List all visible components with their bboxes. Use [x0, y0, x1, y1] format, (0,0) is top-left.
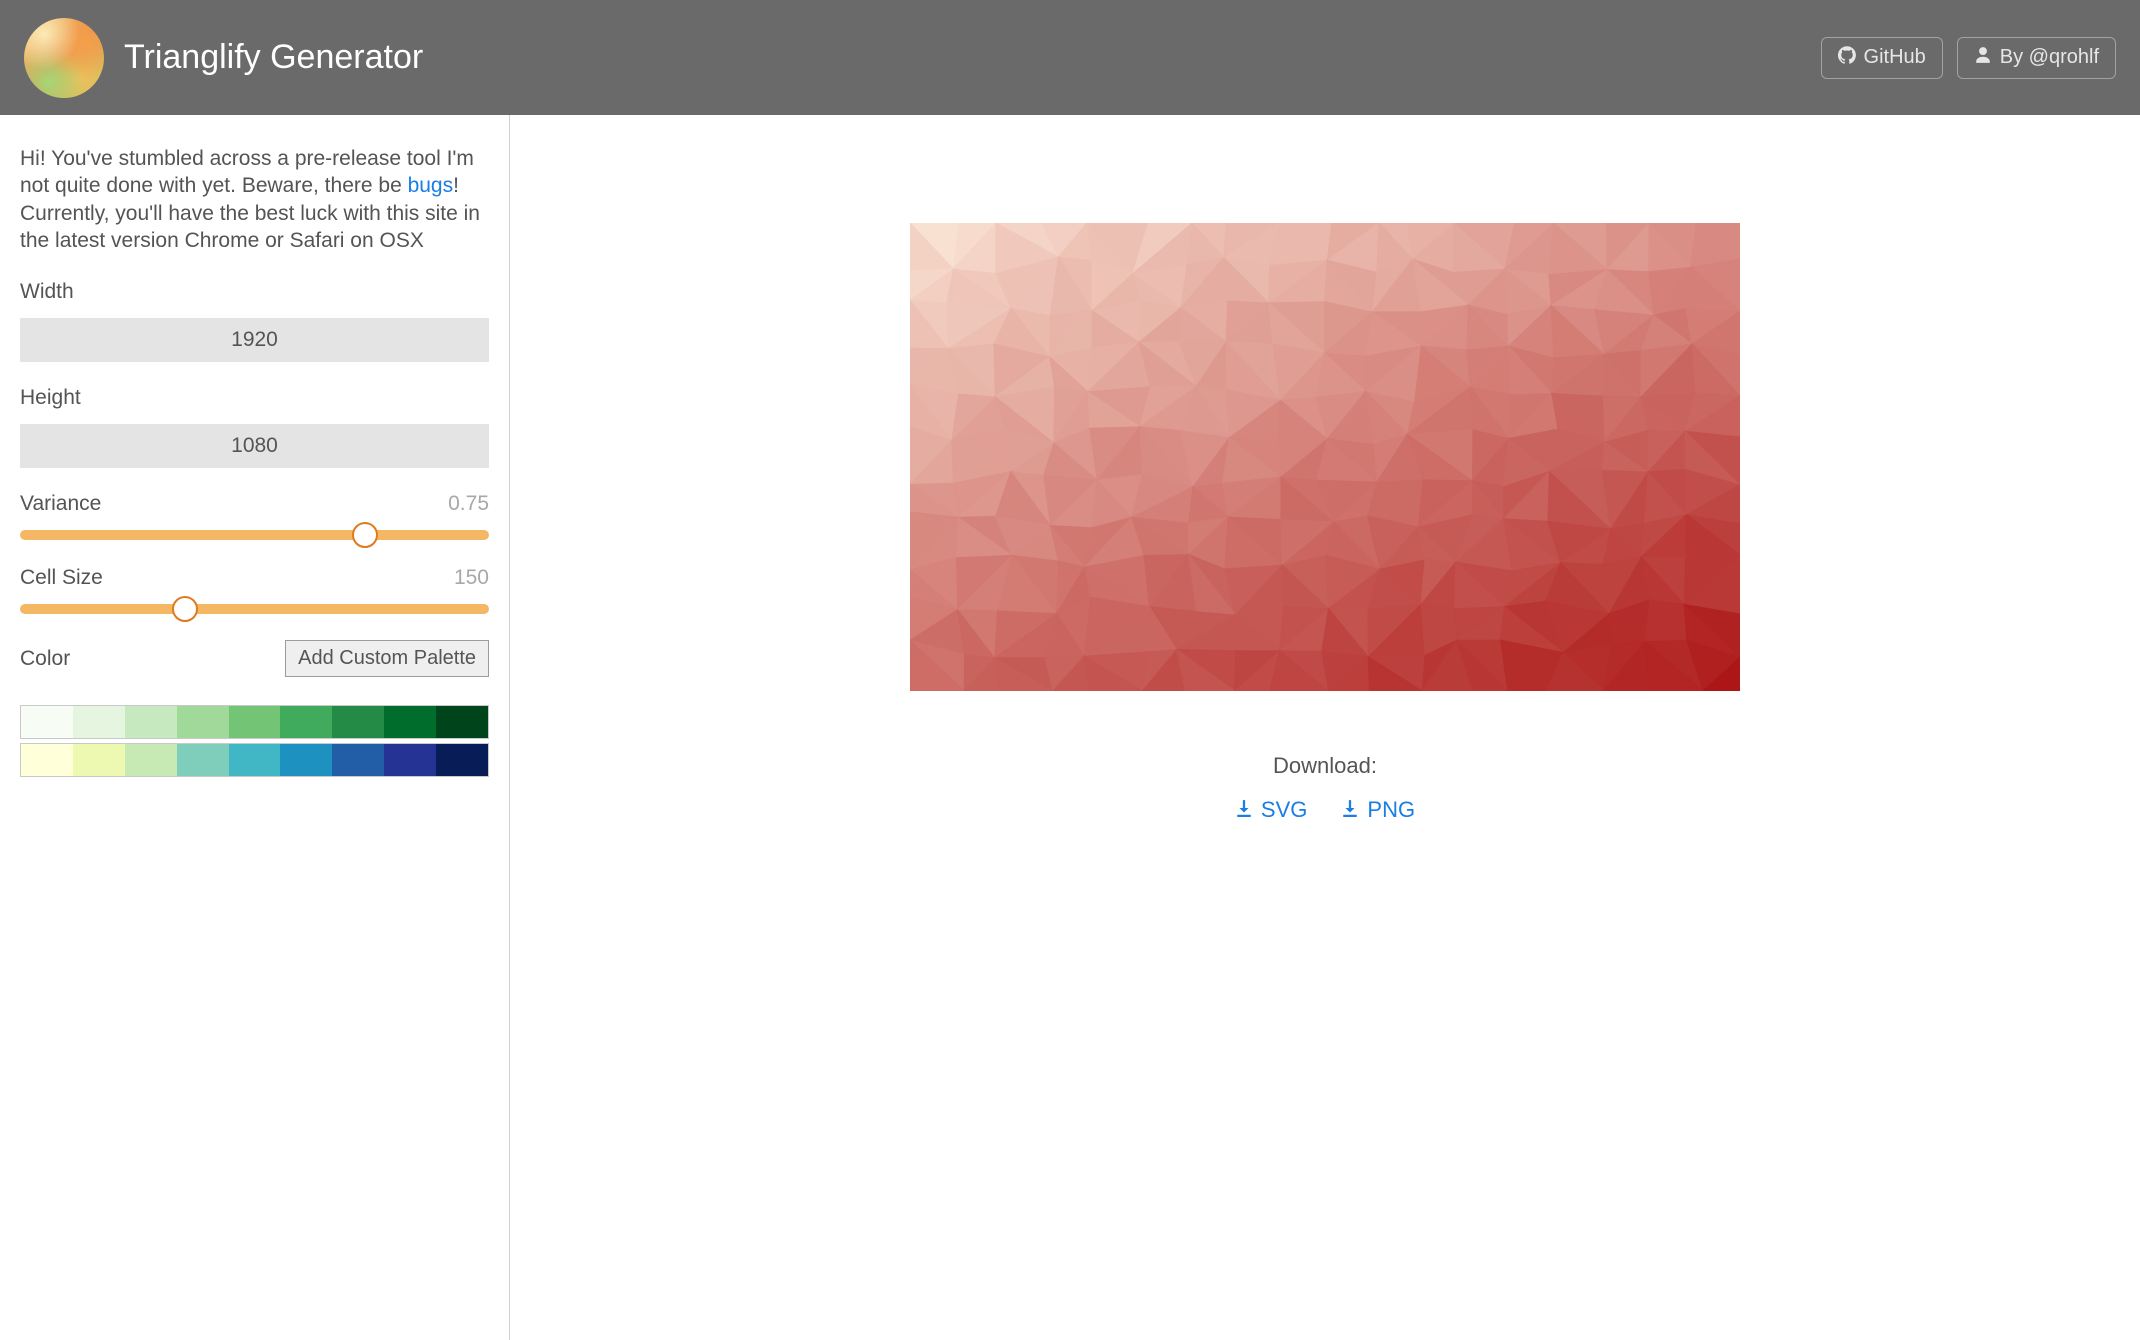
variance-row: Variance 0.75: [20, 492, 489, 516]
palette-swatch: [177, 706, 229, 738]
color-label: Color: [20, 647, 70, 671]
palette-swatch: [21, 744, 73, 776]
download-icon: [1341, 797, 1359, 823]
intro-part1: Hi! You've stumbled across a pre-release…: [20, 147, 474, 197]
download-png-link[interactable]: PNG: [1341, 797, 1415, 823]
preview-canvas: [910, 223, 1740, 691]
main-layout: Hi! You've stumbled across a pre-release…: [0, 115, 2140, 1340]
palette-swatch: [384, 744, 436, 776]
palette-swatch: [436, 706, 488, 738]
app-header: Trianglify Generator GitHub By @qrohlf: [0, 0, 2140, 115]
download-label: Download:: [1235, 753, 1415, 779]
bugs-link[interactable]: bugs: [408, 174, 454, 197]
header-right: GitHub By @qrohlf: [1821, 37, 2116, 79]
user-icon: [1974, 46, 1992, 70]
download-icon: [1235, 797, 1253, 823]
palette-swatch: [384, 706, 436, 738]
cellsize-label: Cell Size: [20, 566, 103, 590]
github-button-label: GitHub: [1864, 46, 1926, 69]
palette-swatch: [332, 706, 384, 738]
palette-swatch: [332, 744, 384, 776]
github-icon: [1838, 46, 1856, 70]
download-svg-link[interactable]: SVG: [1235, 797, 1307, 823]
header-left: Trianglify Generator: [24, 18, 423, 98]
palette-swatch: [125, 706, 177, 738]
author-button-label: By @qrohlf: [2000, 46, 2099, 69]
color-header-row: Color Add Custom Palette: [20, 640, 489, 677]
palette-swatch: [280, 744, 332, 776]
palette-option[interactable]: [20, 705, 489, 739]
variance-value: 0.75: [448, 492, 489, 516]
download-block: Download: SVG PNG: [1235, 753, 1415, 823]
app-logo: [24, 18, 104, 98]
intro-text: Hi! You've stumbled across a pre-release…: [20, 145, 489, 254]
variance-slider[interactable]: [20, 530, 489, 540]
height-input[interactable]: [20, 424, 489, 468]
height-label: Height: [20, 386, 489, 410]
width-label: Width: [20, 280, 489, 304]
variance-label: Variance: [20, 492, 101, 516]
cellsize-slider[interactable]: [20, 604, 489, 614]
palette-swatch: [177, 744, 229, 776]
controls-sidebar: Hi! You've stumbled across a pre-release…: [0, 115, 510, 1340]
palette-swatch: [73, 706, 125, 738]
palette-list: [20, 705, 489, 777]
palette-swatch: [125, 744, 177, 776]
download-svg-label: SVG: [1261, 797, 1307, 823]
download-links: SVG PNG: [1235, 797, 1415, 823]
palette-swatch: [229, 744, 281, 776]
palette-swatch: [21, 706, 73, 738]
cellsize-value: 150: [454, 566, 489, 590]
palette-swatch: [280, 706, 332, 738]
preview-area: Download: SVG PNG: [510, 115, 2140, 1340]
app-title: Trianglify Generator: [124, 38, 423, 77]
github-button[interactable]: GitHub: [1821, 37, 1943, 79]
add-palette-button[interactable]: Add Custom Palette: [285, 640, 489, 677]
author-button[interactable]: By @qrohlf: [1957, 37, 2116, 79]
cellsize-row: Cell Size 150: [20, 566, 489, 590]
palette-swatch: [229, 706, 281, 738]
palette-swatch: [73, 744, 125, 776]
download-png-label: PNG: [1367, 797, 1415, 823]
palette-option[interactable]: [20, 743, 489, 777]
palette-swatch: [436, 744, 488, 776]
width-input[interactable]: [20, 318, 489, 362]
